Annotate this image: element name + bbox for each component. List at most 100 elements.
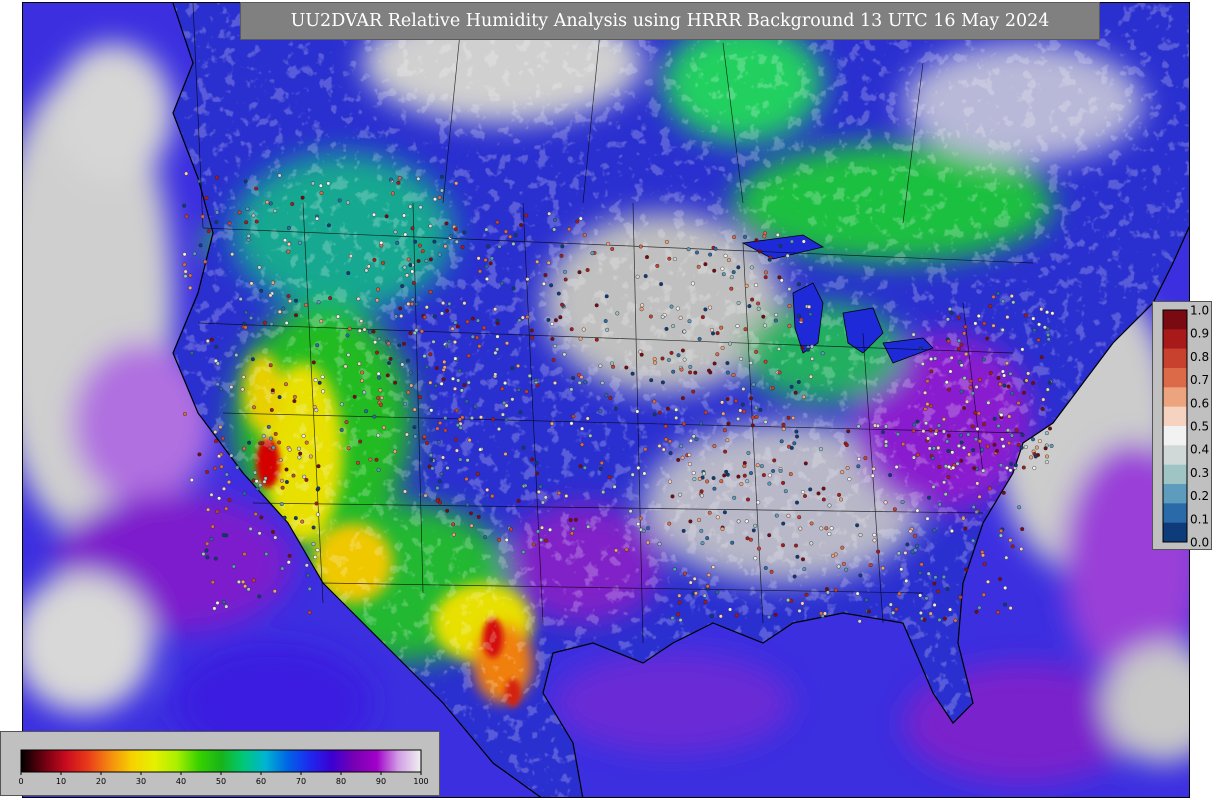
station-dot xyxy=(240,387,245,392)
station-dot xyxy=(725,370,730,375)
station-dot xyxy=(932,581,937,586)
station-dot xyxy=(705,536,710,541)
station-dot xyxy=(420,249,425,254)
station-dot xyxy=(311,181,316,186)
station-dot xyxy=(182,262,187,267)
station-dot xyxy=(628,509,633,514)
station-dot xyxy=(731,373,736,378)
station-dot xyxy=(754,414,759,419)
station-dot xyxy=(948,369,953,374)
station-dot xyxy=(988,304,993,309)
station-dot xyxy=(661,447,666,452)
station-dot xyxy=(1002,383,1007,388)
station-dot xyxy=(927,446,932,451)
station-dot xyxy=(444,344,449,349)
station-dot xyxy=(371,329,376,334)
station-dot xyxy=(546,317,551,322)
station-dot xyxy=(553,217,558,222)
station-dot xyxy=(787,304,792,309)
station-dot xyxy=(994,448,999,453)
station-dot xyxy=(767,533,772,538)
station-dot xyxy=(688,519,693,524)
station-dot xyxy=(725,438,730,443)
station-dot xyxy=(712,444,717,449)
station-dot xyxy=(697,337,702,342)
station-dot xyxy=(664,239,669,244)
station-dot xyxy=(981,357,986,362)
station-dot xyxy=(535,471,540,476)
station-dot xyxy=(795,554,800,559)
station-dot xyxy=(915,452,920,457)
station-dot xyxy=(610,361,615,366)
obs-legend-swatch xyxy=(1163,522,1187,543)
station-dot xyxy=(786,598,791,603)
station-dot xyxy=(470,316,475,321)
station-dot xyxy=(915,508,920,513)
station-dot xyxy=(435,426,440,431)
station-dot xyxy=(858,573,863,578)
station-dot xyxy=(586,524,591,529)
station-dot xyxy=(769,569,774,574)
station-dot xyxy=(231,564,236,569)
station-dot xyxy=(234,353,239,358)
obs-legend-label: 0.1 xyxy=(1190,512,1209,526)
station-dot xyxy=(254,186,259,191)
station-dot xyxy=(1007,441,1012,446)
station-dot xyxy=(393,380,398,385)
station-dot xyxy=(198,243,203,248)
station-dot xyxy=(748,360,753,365)
station-dot xyxy=(792,574,797,579)
station-dot xyxy=(297,455,302,460)
station-dot xyxy=(998,382,1003,387)
station-dot xyxy=(227,221,232,226)
station-dot xyxy=(998,577,1003,582)
station-dot xyxy=(772,458,777,463)
station-dot xyxy=(901,442,906,447)
station-dot xyxy=(284,382,289,387)
station-dot xyxy=(500,386,505,391)
station-dot xyxy=(608,395,613,400)
station-dot xyxy=(263,476,268,481)
station-dot xyxy=(453,340,458,345)
station-dot xyxy=(590,251,595,256)
station-dot xyxy=(729,275,734,280)
station-dot xyxy=(339,428,344,433)
station-dot xyxy=(946,448,951,453)
station-dot xyxy=(601,490,606,495)
station-dot xyxy=(753,523,758,528)
station-dot xyxy=(636,465,641,470)
station-dot xyxy=(441,455,446,460)
station-dot xyxy=(183,274,188,279)
station-dot xyxy=(210,524,215,529)
station-dot xyxy=(840,545,845,550)
station-dot xyxy=(899,567,904,572)
station-dot xyxy=(408,263,413,268)
station-dot xyxy=(462,230,467,235)
station-dot xyxy=(1008,538,1013,543)
station-dot xyxy=(991,294,996,299)
station-dot xyxy=(280,566,285,571)
station-dot xyxy=(928,428,933,433)
station-dot xyxy=(880,566,885,571)
station-dot xyxy=(918,611,923,616)
station-dot xyxy=(956,346,961,351)
obs-legend-label: 0.2 xyxy=(1190,489,1209,503)
station-dot xyxy=(819,611,824,616)
station-dot xyxy=(613,406,618,411)
station-dot xyxy=(770,386,775,391)
station-dot xyxy=(317,380,322,385)
station-dot xyxy=(703,410,708,415)
station-dot xyxy=(705,584,710,589)
station-dot xyxy=(728,607,733,612)
station-dot xyxy=(489,256,494,261)
station-dot xyxy=(598,409,603,414)
station-dot xyxy=(504,403,509,408)
station-dot xyxy=(688,438,693,443)
station-dot xyxy=(510,397,515,402)
station-dot xyxy=(723,253,728,258)
station-dot xyxy=(884,443,889,448)
station-dot xyxy=(725,472,730,477)
station-dot xyxy=(800,346,805,351)
station-dot xyxy=(444,221,449,226)
station-dot xyxy=(292,399,297,404)
